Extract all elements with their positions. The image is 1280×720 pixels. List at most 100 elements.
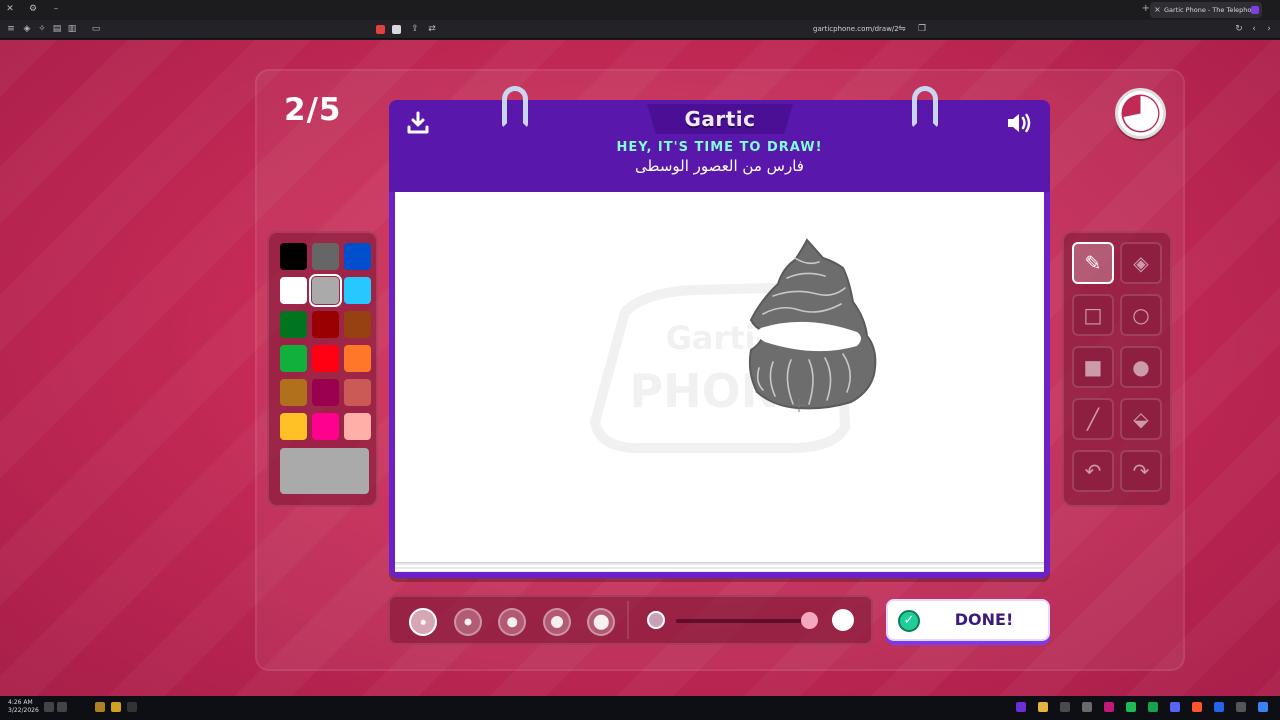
color-swatch[interactable] <box>312 413 339 440</box>
color-swatch[interactable] <box>280 277 307 304</box>
brush-size-3-button[interactable] <box>498 608 526 636</box>
menu-icon[interactable]: ≡ <box>5 23 17 35</box>
drawing-board: Gartic HEY, IT'S TIME TO DRAW! فارس من ا… <box>389 86 1050 578</box>
brave-icon[interactable] <box>1192 702 1202 712</box>
circle-outline-icon: ○ <box>1132 303 1150 327</box>
tool-rectangle-button[interactable]: □ <box>1072 294 1114 336</box>
download-icon[interactable] <box>405 110 431 136</box>
circle-filled-icon: ● <box>1132 355 1150 379</box>
color-swatch[interactable] <box>280 413 307 440</box>
close-tab-icon[interactable]: × <box>1154 2 1161 18</box>
color-swatch[interactable] <box>344 311 371 338</box>
file-explorer-icon[interactable] <box>1038 702 1048 712</box>
tool-pen-button[interactable]: ✎ <box>1072 242 1114 284</box>
brush-size-1-button[interactable] <box>409 608 437 636</box>
new-tab-button[interactable]: + <box>1142 3 1150 14</box>
app-next-icon[interactable] <box>1016 702 1026 712</box>
search-icon[interactable] <box>1236 702 1246 712</box>
brush-size-4-button[interactable] <box>542 608 571 636</box>
tool-undo-button[interactable]: ↶ <box>1072 450 1114 492</box>
drawing-prompt: فارس من العصور الوسطى <box>635 157 804 175</box>
done-button[interactable]: ✓ DONE! <box>886 599 1050 641</box>
split-view-icon[interactable]: ▥ <box>66 23 78 35</box>
opacity-min-icon <box>647 611 665 629</box>
color-swatch[interactable] <box>312 311 339 338</box>
current-color-preview <box>280 448 369 494</box>
xbox-icon[interactable] <box>1148 702 1158 712</box>
color-swatch[interactable] <box>344 379 371 406</box>
clock[interactable]: 4:26 AM 3/22/2026 <box>8 699 39 715</box>
brave-shield-icon[interactable] <box>376 25 385 34</box>
color-swatch[interactable] <box>280 379 307 406</box>
brush-size-5-button[interactable] <box>587 608 615 636</box>
speaker-icon[interactable] <box>1005 110 1035 136</box>
spotify-icon[interactable] <box>1126 702 1136 712</box>
line-icon: ╱ <box>1086 407 1100 431</box>
opacity-slider-track[interactable] <box>676 619 816 623</box>
tab-list-icon[interactable]: ▭ <box>90 23 102 35</box>
extensions-icon[interactable]: ✧ <box>36 23 48 35</box>
color-swatch[interactable] <box>344 345 371 372</box>
tool-ellipse-button[interactable]: ○ <box>1120 294 1162 336</box>
tool-line-button[interactable]: ╱ <box>1072 398 1114 440</box>
minimize-icon[interactable]: – <box>50 3 62 15</box>
site-settings-icon[interactable]: ⇋ <box>896 23 908 35</box>
forward-icon[interactable]: › <box>1263 23 1275 35</box>
color-swatch[interactable] <box>312 379 339 406</box>
settings-app-icon[interactable] <box>1060 702 1070 712</box>
game-viewport: 2/5 Gartic HEY, IT'S TIME TO DRAW! فارس … <box>0 40 1280 696</box>
color-swatch[interactable] <box>309 274 342 307</box>
settings-icon[interactable]: ⚙ <box>27 3 39 15</box>
mic-icon[interactable] <box>95 702 105 712</box>
color-swatch[interactable] <box>280 243 307 270</box>
tool-redo-button[interactable]: ↷ <box>1120 450 1162 492</box>
notification-icon[interactable] <box>111 702 121 712</box>
color-swatch[interactable] <box>280 345 307 372</box>
sidebar-icon[interactable]: ▤ <box>51 23 63 35</box>
color-swatch[interactable] <box>344 243 371 270</box>
start-icon[interactable] <box>1258 702 1268 712</box>
browser-toolbar: ≡ ◈ ✧ ▤ ▥ ▭ ⇪ ⇄ garticphone.com/draw/2 ⇋… <box>0 20 1280 39</box>
drawing-canvas[interactable]: Gartic PHONE <box>395 192 1044 568</box>
back-icon[interactable]: ‹ <box>1248 23 1260 35</box>
tool-eraser-button[interactable]: ◈ <box>1120 242 1162 284</box>
translate-icon[interactable]: ⇄ <box>426 23 438 35</box>
opacity-slider-thumb[interactable] <box>800 612 818 629</box>
rectangle-outline-icon: □ <box>1083 303 1103 327</box>
undo-icon: ↶ <box>1084 459 1102 483</box>
paint-bucket-icon: ⬙ <box>1133 407 1149 431</box>
timer-icon <box>1115 88 1166 139</box>
color-swatch[interactable] <box>280 311 307 338</box>
obsidian-icon[interactable] <box>1104 702 1114 712</box>
tool-fill-button[interactable]: ⬙ <box>1120 398 1162 440</box>
gartic-logo: Gartic <box>684 107 756 131</box>
brush-size-2-button[interactable] <box>453 608 482 636</box>
share-icon[interactable]: ⇪ <box>409 23 421 35</box>
color-swatch[interactable] <box>312 345 339 372</box>
color-swatch[interactable] <box>344 413 371 440</box>
rewards-icon[interactable] <box>392 25 401 34</box>
volume-icon[interactable] <box>44 702 54 712</box>
binder-ring-icon <box>502 86 528 128</box>
tool-filled-rectangle-button[interactable]: ■ <box>1072 346 1114 388</box>
chevron-up-icon[interactable] <box>127 702 137 712</box>
brush-size-dot-icon <box>550 616 563 628</box>
tool-filled-ellipse-button[interactable]: ● <box>1120 346 1162 388</box>
color-swatch[interactable] <box>312 243 339 270</box>
page-stack-edge <box>395 562 1044 572</box>
close-window-icon[interactable]: ✕ <box>4 3 16 15</box>
address-bar[interactable]: garticphone.com/draw/2 <box>813 23 899 36</box>
logo-plate: Gartic <box>647 104 793 134</box>
mail-icon[interactable] <box>1214 702 1224 712</box>
tab-title: Gartic Phone - The Telephone G <box>1164 6 1262 14</box>
eraser-icon: ◈ <box>1133 251 1149 275</box>
bookmark-icon[interactable]: ❐ <box>916 23 928 35</box>
browser-tab[interactable]: × Gartic Phone - The Telephone G <box>1150 2 1262 18</box>
discord-icon[interactable] <box>1170 702 1180 712</box>
board-header: Gartic HEY, IT'S TIME TO DRAW! فارس من ا… <box>389 100 1050 192</box>
reload-icon[interactable]: ↻ <box>1233 23 1245 35</box>
color-swatch[interactable] <box>344 277 371 304</box>
network-icon[interactable] <box>57 702 67 712</box>
gear-app-icon[interactable] <box>1082 702 1092 712</box>
shield-icon[interactable]: ◈ <box>21 23 33 35</box>
